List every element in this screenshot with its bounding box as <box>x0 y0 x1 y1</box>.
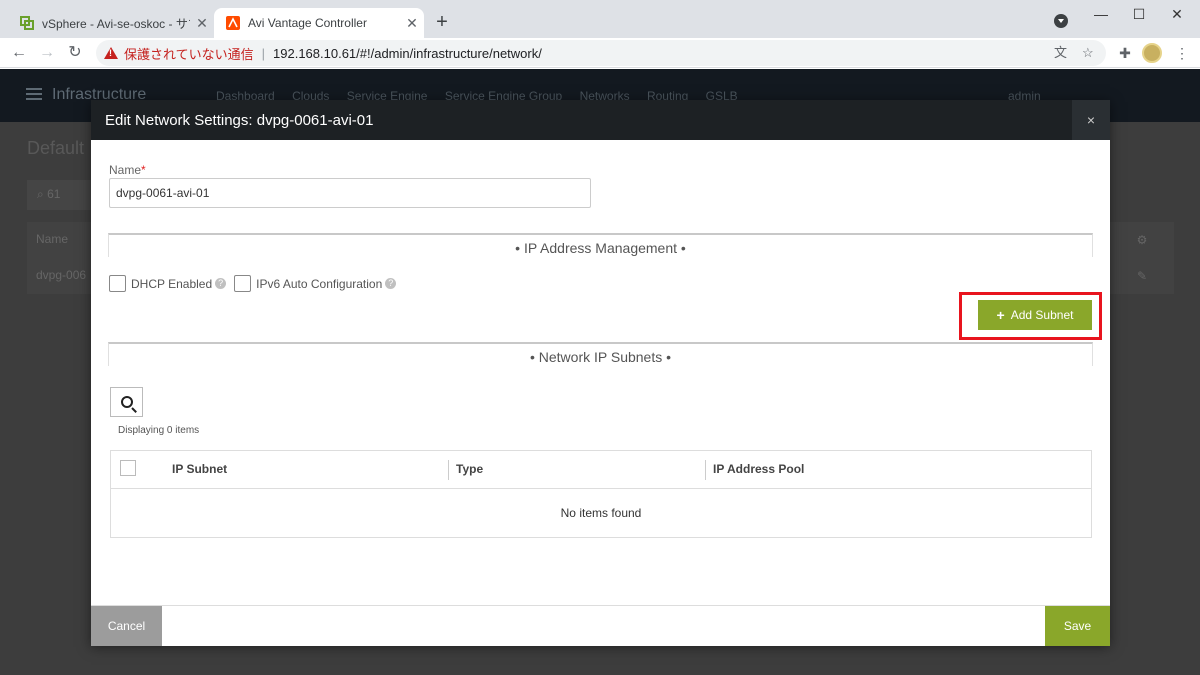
browser-tab-strip: vSphere - Avi-se-oskoc - サマリ ✕ Avi Vanta… <box>0 0 1200 38</box>
required-asterisk: * <box>141 163 146 177</box>
footer-spacer <box>162 606 1045 646</box>
star-icon[interactable]: ☆ <box>1082 40 1094 66</box>
subnets-section-header: • Network IP Subnets • <box>108 342 1093 366</box>
modal-footer: Cancel Save <box>91 605 1110 646</box>
gear-icon: ⚙ <box>1110 222 1174 258</box>
security-warning-text[interactable]: 保護されていない通信 <box>124 44 254 63</box>
divider: | <box>261 45 266 61</box>
tab-avi-controller[interactable]: Avi Vantage Controller ✕ <box>214 8 424 38</box>
underlay-search: ⌕ 61 <box>27 180 97 210</box>
column-ip-address-pool[interactable]: IP Address Pool <box>713 462 804 476</box>
name-label-text: Name <box>109 163 142 177</box>
underlay-column-header: Name <box>27 222 91 258</box>
search-button[interactable] <box>110 387 143 417</box>
empty-message: No items found <box>560 506 642 520</box>
display-count: Displaying 0 items <box>118 425 200 436</box>
url-text[interactable]: 192.168.10.61/#!/admin/infrastructure/ne… <box>273 46 542 61</box>
window-close-icon[interactable]: ✕ <box>1154 0 1200 30</box>
underlay-row: dvpg-006 <box>27 258 91 294</box>
dhcp-label: DHCP Enabled <box>131 276 213 291</box>
forward-arrow-icon[interactable]: → <box>36 42 58 64</box>
table-header: IP Subnet Type IP Address Pool <box>111 451 1091 489</box>
plus-icon: + <box>996 307 1005 323</box>
modal-header: Edit Network Settings: dvpg-0061-avi-01 … <box>91 100 1110 140</box>
url-omnibox[interactable]: 保護されていない通信 | 192.168.10.61/#!/admin/infr… <box>96 40 1106 66</box>
translate-icon[interactable]: 文 <box>1054 40 1067 66</box>
ipam-options: DHCP Enabled ? IPv6 Auto Configuration ? <box>109 275 404 292</box>
search-icon <box>120 396 133 408</box>
column-ip-subnet[interactable]: IP Subnet <box>172 462 227 476</box>
back-arrow-icon[interactable]: ← <box>8 42 30 64</box>
warning-triangle-icon <box>104 47 118 59</box>
subnets-table: IP Subnet Type IP Address Pool No items … <box>110 450 1092 538</box>
modal-title: Edit Network Settings: dvpg-0061-avi-01 <box>105 112 374 129</box>
select-all-checkbox[interactable] <box>120 460 136 476</box>
dhcp-checkbox[interactable] <box>109 275 126 292</box>
page-title: Default <box>27 138 85 158</box>
search-icon: ⌕ <box>37 187 48 201</box>
vsphere-favicon-icon <box>20 16 34 30</box>
avatar[interactable] <box>1142 43 1162 63</box>
underlay-search-value: 61 <box>47 187 61 201</box>
column-divider[interactable] <box>705 460 706 480</box>
extensions-icon[interactable]: ✚ <box>1115 43 1135 63</box>
tab-vsphere[interactable]: vSphere - Avi-se-oskoc - サマリ ✕ <box>8 8 214 38</box>
hamburger-menu-icon[interactable] <box>26 88 42 100</box>
ipv6-label: IPv6 Auto Configuration <box>256 276 383 291</box>
column-divider[interactable] <box>448 460 449 480</box>
save-button[interactable]: Save <box>1045 606 1110 646</box>
tab-title: Avi Vantage Controller <box>248 16 367 30</box>
close-icon[interactable]: × <box>1072 100 1110 140</box>
name-input[interactable] <box>109 178 591 208</box>
ipam-section-header: • IP Address Management • <box>108 233 1093 257</box>
address-bar: ← → ↻ 保護されていない通信 | 192.168.10.61/#!/admi… <box>0 38 1200 68</box>
ipv6-checkbox[interactable] <box>234 275 252 292</box>
tab-close-icon[interactable]: ✕ <box>190 15 214 32</box>
new-tab-plus-icon[interactable]: + <box>430 10 454 34</box>
name-label: Name* <box>109 163 146 177</box>
edit-pencil-icon: ✎ <box>1110 258 1174 294</box>
column-type[interactable]: Type <box>456 462 483 476</box>
edit-network-modal: Edit Network Settings: dvpg-0061-avi-01 … <box>91 100 1110 646</box>
avi-favicon-icon <box>226 16 240 30</box>
tab-search-icon[interactable] <box>1054 14 1068 28</box>
add-subnet-button[interactable]: + Add Subnet <box>978 300 1092 330</box>
cancel-button[interactable]: Cancel <box>91 606 162 646</box>
help-icon[interactable]: ? <box>385 278 397 289</box>
menu-dots-icon[interactable]: ⋮ <box>1172 43 1192 63</box>
tab-close-icon[interactable]: ✕ <box>400 15 424 32</box>
help-icon[interactable]: ? <box>215 278 227 289</box>
reload-icon[interactable]: ↻ <box>64 42 86 64</box>
add-subnet-label: Add Subnet <box>1010 308 1074 322</box>
tab-title: vSphere - Avi-se-oskoc - サマリ <box>42 16 190 31</box>
